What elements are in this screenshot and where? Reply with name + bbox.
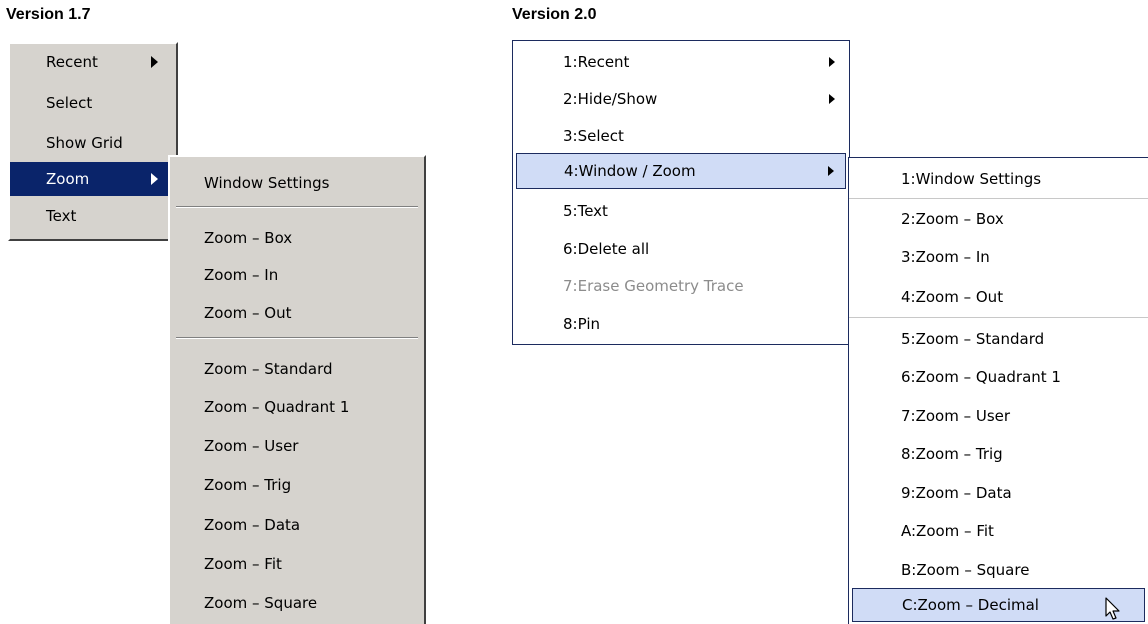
v20-submenu-item-zoom-out[interactable]: 4:Zoom – Out [849, 278, 1148, 316]
v17-main-menu: Recent Select Show Grid Zoom Text [8, 42, 178, 241]
submenu-arrow-icon [829, 94, 835, 104]
v17-submenu-item-zoom-quadrant-1[interactable]: Zoom – Quadrant 1 [170, 390, 424, 424]
menu-item-label: Zoom – Out [204, 304, 292, 322]
v20-menu-item-hide-show[interactable]: 2:Hide/Show [513, 80, 849, 118]
v17-menu-item-zoom[interactable]: Zoom [10, 162, 176, 196]
menu-item-label: 8:Pin [563, 315, 600, 333]
v20-main-menu: 1:Recent 2:Hide/Show 3:Select 4:Window /… [512, 40, 850, 345]
menu-item-label: Zoom – Data [204, 516, 301, 534]
v20-submenu-item-zoom-user[interactable]: 7:Zoom – User [849, 397, 1148, 435]
v20-submenu-item-zoom-standard[interactable]: 5:Zoom – Standard [849, 320, 1148, 358]
v17-submenu-item-zoom-standard[interactable]: Zoom – Standard [170, 352, 424, 386]
v20-submenu-item-window-settings[interactable]: 1:Window Settings [849, 160, 1148, 198]
submenu-arrow-icon [828, 166, 834, 176]
menu-item-label: 2:Hide/Show [563, 90, 658, 108]
menu-item-label: 5:Text [563, 202, 608, 220]
menu-item-label: 9:Zoom – Data [901, 484, 1012, 502]
menu-item-label: 3:Zoom – In [901, 248, 990, 266]
menu-item-label: 4:Zoom – Out [901, 288, 1004, 306]
menu-item-label: Select [46, 94, 93, 112]
v17-submenu-item-zoom-box[interactable]: Zoom – Box [170, 221, 424, 255]
v20-submenu-item-zoom-decimal[interactable]: C:Zoom – Decimal [852, 588, 1145, 622]
menu-item-label: Zoom – Square [204, 594, 318, 612]
menu-item-label: Text [46, 207, 77, 225]
v17-submenu-item-zoom-out[interactable]: Zoom – Out [170, 296, 424, 330]
v17-zoom-submenu: Window Settings Zoom – Box Zoom – In Zoo… [168, 155, 426, 624]
v17-menu-item-text[interactable]: Text [10, 199, 176, 233]
v20-submenu-item-zoom-trig[interactable]: 8:Zoom – Trig [849, 435, 1148, 473]
submenu-arrow-icon [151, 173, 158, 185]
menu-item-label: 8:Zoom – Trig [901, 445, 1003, 463]
menu-item-label: 6:Delete all [563, 240, 650, 258]
menu-separator [849, 317, 1148, 318]
v20-submenu-item-zoom-box[interactable]: 2:Zoom – Box [849, 200, 1148, 238]
menu-separator [849, 198, 1148, 199]
menu-item-label: Zoom – Trig [204, 476, 292, 494]
menu-item-label: 5:Zoom – Standard [901, 330, 1045, 348]
v20-submenu-item-zoom-quadrant-1[interactable]: 6:Zoom – Quadrant 1 [849, 358, 1148, 396]
v20-menu-item-pin[interactable]: 8:Pin [513, 305, 849, 343]
menu-separator [176, 337, 418, 339]
v17-submenu-item-window-settings[interactable]: Window Settings [170, 166, 424, 200]
version-2-0-label: Version 2.0 [512, 6, 597, 23]
v17-submenu-item-zoom-square[interactable]: Zoom – Square [170, 586, 424, 620]
menu-item-label: A:Zoom – Fit [901, 522, 994, 540]
menu-item-label: 1:Recent [563, 53, 630, 71]
v20-submenu-item-zoom-in[interactable]: 3:Zoom – In [849, 238, 1148, 276]
menu-item-label: Zoom [46, 170, 90, 188]
version-1-7-label: Version 1.7 [6, 6, 91, 23]
menu-item-label: Zoom – Box [204, 229, 293, 247]
menu-item-label: 7:Zoom – User [901, 407, 1011, 425]
menu-item-label: B:Zoom – Square [901, 561, 1030, 579]
v20-menu-item-delete-all[interactable]: 6:Delete all [513, 230, 849, 268]
v20-menu-item-text[interactable]: 5:Text [513, 192, 849, 230]
menu-item-label: Show Grid [46, 134, 123, 152]
v20-menu-item-window-zoom[interactable]: 4:Window / Zoom [516, 153, 846, 189]
menu-separator [176, 206, 418, 208]
v17-submenu-item-zoom-data[interactable]: Zoom – Data [170, 508, 424, 542]
menu-item-label: Zoom – Standard [204, 360, 333, 378]
v20-submenu-item-zoom-fit[interactable]: A:Zoom – Fit [849, 512, 1148, 550]
v20-menu-item-recent[interactable]: 1:Recent [513, 43, 849, 81]
v20-menu-item-select[interactable]: 3:Select [513, 117, 849, 155]
menu-item-label: Recent [46, 53, 98, 71]
submenu-arrow-icon [829, 57, 835, 67]
menu-item-label: C:Zoom – Decimal [902, 596, 1039, 614]
v20-submenu-item-zoom-data[interactable]: 9:Zoom – Data [849, 474, 1148, 512]
v17-submenu-item-zoom-trig[interactable]: Zoom – Trig [170, 468, 424, 502]
menu-item-label: Zoom – User [204, 437, 299, 455]
v17-menu-item-show-grid[interactable]: Show Grid [10, 126, 176, 160]
menu-item-label: 3:Select [563, 127, 624, 145]
menu-item-label: Zoom – Fit [204, 555, 282, 573]
menu-item-label: 1:Window Settings [901, 170, 1042, 188]
v17-submenu-item-zoom-user[interactable]: Zoom – User [170, 429, 424, 463]
v20-window-zoom-submenu: 1:Window Settings 2:Zoom – Box 3:Zoom – … [848, 157, 1148, 624]
menu-item-label: 4:Window / Zoom [564, 162, 696, 180]
v17-menu-item-select[interactable]: Select [10, 86, 176, 120]
mouse-pointer-icon [1105, 597, 1120, 620]
submenu-arrow-icon [151, 56, 158, 68]
v17-menu-item-recent[interactable]: Recent [10, 45, 176, 79]
v17-submenu-item-zoom-in[interactable]: Zoom – In [170, 258, 424, 292]
menu-item-label: 2:Zoom – Box [901, 210, 1004, 228]
menu-item-label: Zoom – Quadrant 1 [204, 398, 350, 416]
v20-submenu-item-zoom-square[interactable]: B:Zoom – Square [849, 551, 1148, 589]
menu-item-label: 7:Erase Geometry Trace [563, 277, 744, 295]
menu-item-label: Zoom – In [204, 266, 279, 284]
v20-menu-item-erase-geometry-trace: 7:Erase Geometry Trace [513, 267, 849, 305]
v17-submenu-item-zoom-fit[interactable]: Zoom – Fit [170, 547, 424, 581]
menu-item-label: Window Settings [204, 174, 330, 192]
menu-item-label: 6:Zoom – Quadrant 1 [901, 368, 1061, 386]
